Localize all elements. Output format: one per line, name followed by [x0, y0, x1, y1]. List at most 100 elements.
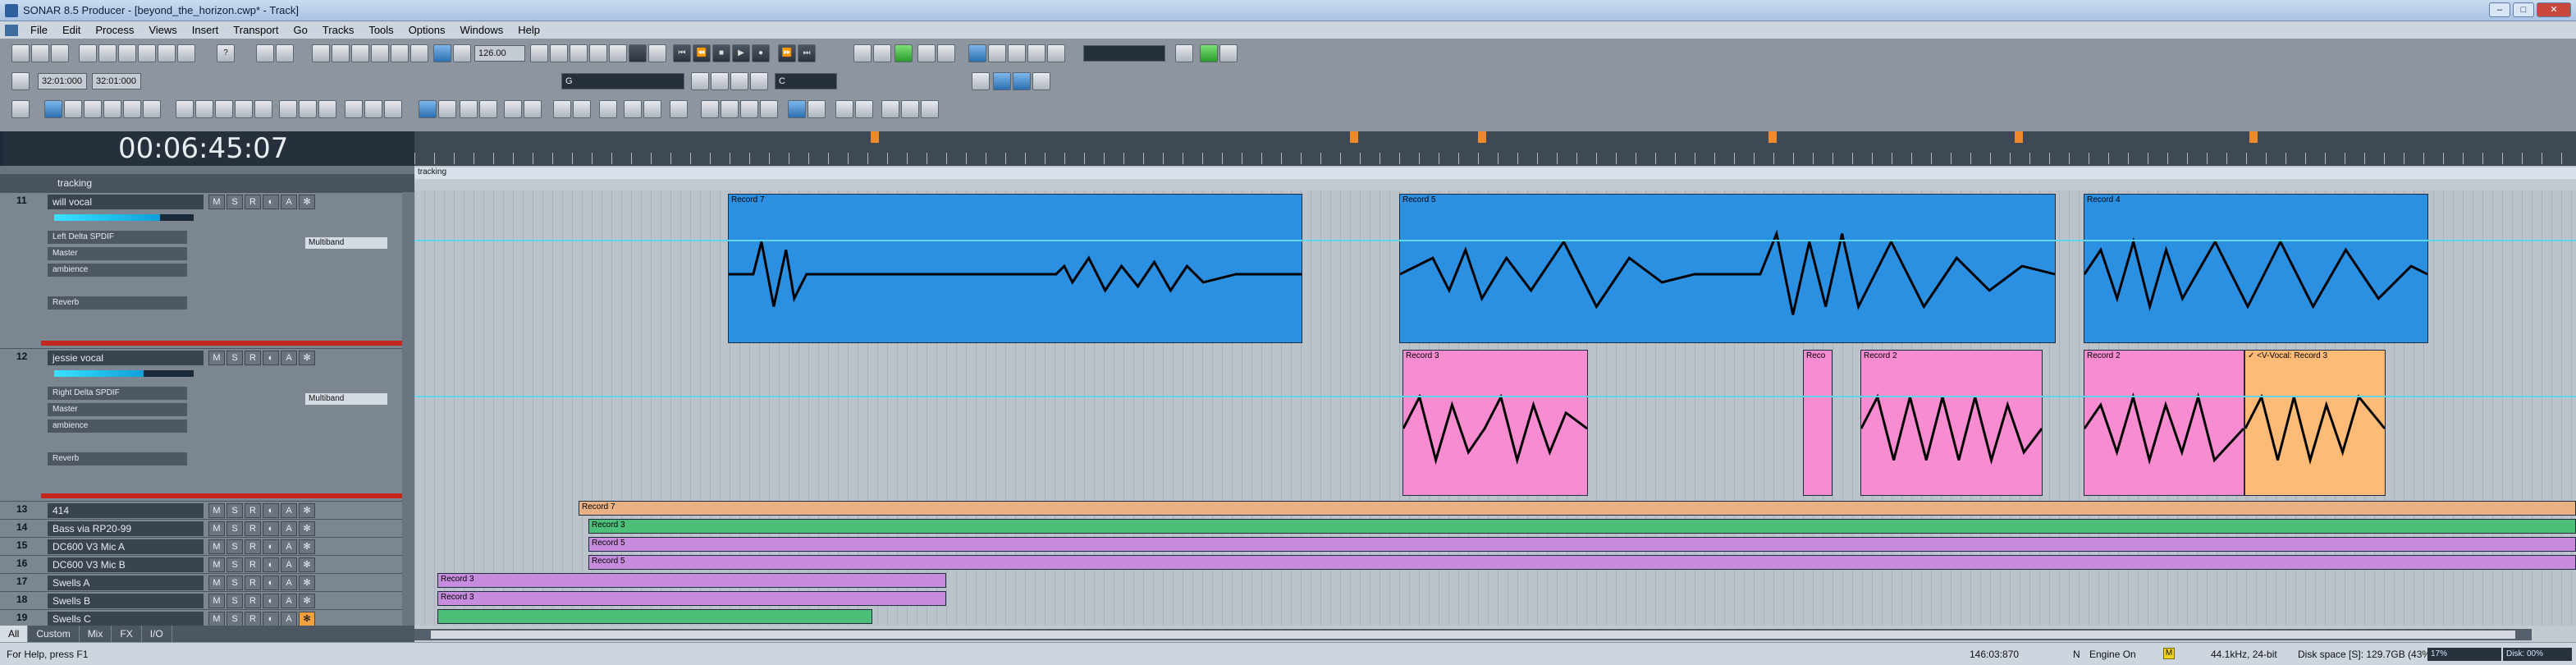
automation-tool-icon[interactable] [176, 100, 194, 118]
bounce-icon[interactable] [921, 100, 939, 118]
track-17[interactable]: 17 Swells A M S R ◐ A ✻ [0, 573, 402, 591]
transpose-icon[interactable] [730, 72, 748, 90]
marker-add-icon[interactable] [988, 44, 1006, 62]
horizontal-scrollbar[interactable] [414, 629, 2532, 640]
output-select[interactable]: Master [48, 247, 187, 260]
audio-clip[interactable]: Record 5 [588, 555, 2576, 570]
menu-go[interactable]: Go [286, 24, 314, 36]
punch-out-icon[interactable] [937, 44, 955, 62]
fx-button[interactable]: ✻ [299, 539, 315, 554]
track-14[interactable]: 14 Bass via RP20-99 M S R ◐ A ✻ [0, 519, 402, 537]
solo-button[interactable]: S [226, 557, 243, 572]
audio-clip[interactable]: Record 4 [2084, 194, 2428, 343]
automation-read-button[interactable]: A [281, 594, 297, 608]
tab-mix[interactable]: Mix [80, 626, 112, 642]
solo-button[interactable]: S [226, 576, 243, 590]
track-19[interactable]: 19 Swells C M S R ◐ A ✻ [0, 609, 402, 626]
punch-icon[interactable] [648, 44, 666, 62]
solo-button[interactable]: S [226, 539, 243, 554]
paste-icon[interactable] [118, 44, 136, 62]
loop-set-icon[interactable] [873, 44, 891, 62]
automation-read-button[interactable]: A [281, 557, 297, 572]
fit-tracks-icon[interactable] [553, 100, 571, 118]
punch-in-icon[interactable] [917, 44, 936, 62]
track-name[interactable]: Swells C [48, 612, 204, 626]
mute-button[interactable]: M [208, 195, 225, 209]
show-groove-icon[interactable] [808, 100, 826, 118]
output-select[interactable]: Master [48, 403, 187, 416]
automation-read-button[interactable]: A [281, 539, 297, 554]
track-13[interactable]: 13 414 M S R ◐ A ✻ [0, 501, 402, 519]
fade-tool-icon[interactable] [195, 100, 213, 118]
audio-clip[interactable]: Record 3 [1402, 350, 1588, 496]
audio-clip[interactable]: Record 7 [728, 194, 1302, 343]
show-clips-icon[interactable] [643, 100, 661, 118]
menu-tracks[interactable]: Tracks [315, 24, 362, 36]
track-15[interactable]: 15 DC600 V3 Mic A M S R ◐ A ✻ [0, 537, 402, 555]
fx-button[interactable]: ✻ [299, 503, 315, 518]
snap-offset-icon[interactable] [345, 100, 363, 118]
menu-help[interactable]: Help [510, 24, 547, 36]
loop-icon[interactable] [853, 44, 872, 62]
video-icon[interactable] [410, 44, 428, 62]
solo-button[interactable]: S [226, 612, 243, 626]
mute-tool-icon[interactable] [254, 100, 272, 118]
tempo-field[interactable]: 126.00 [474, 45, 525, 62]
tempo-map-icon[interactable] [589, 44, 607, 62]
record-options-icon[interactable] [629, 44, 647, 62]
track-folder-icon[interactable] [299, 100, 317, 118]
fx-button[interactable]: ✻ [299, 594, 315, 608]
mute-button[interactable]: M [208, 576, 225, 590]
fx-button[interactable]: ✻ [299, 557, 315, 572]
toolbar-options-icon[interactable] [11, 100, 30, 118]
open-icon[interactable] [31, 44, 49, 62]
input-echo-button[interactable]: ◐ [263, 521, 279, 536]
marker-flag[interactable] [871, 131, 879, 143]
show-buses-icon[interactable] [855, 100, 873, 118]
record-arm-button[interactable]: R [245, 612, 261, 626]
fit-project-icon[interactable] [573, 100, 591, 118]
menu-tools[interactable]: Tools [361, 24, 400, 36]
document-icon[interactable] [5, 24, 18, 36]
lane-track-17[interactable]: Record 3 [414, 571, 2576, 589]
track-name[interactable]: DC600 V3 Mic B [48, 557, 204, 572]
track-view-icon[interactable] [256, 44, 274, 62]
lane-track-16[interactable]: Record 5 [414, 553, 2576, 571]
input-echo-button[interactable]: ◐ [263, 612, 279, 626]
scrollbar-thumb[interactable] [431, 631, 2515, 639]
fx-insert[interactable]: Multiband [305, 393, 387, 405]
lane-track-12[interactable]: Record 3 Reco Record 2 Record 2 ✓ <V-Voc… [414, 346, 2576, 499]
tempo-view-icon[interactable] [609, 44, 627, 62]
marker-prev-icon[interactable] [1008, 44, 1026, 62]
menu-options[interactable]: Options [401, 24, 453, 36]
metronome-icon[interactable] [433, 44, 451, 62]
fx-button[interactable]: ✻ [299, 576, 315, 590]
menu-windows[interactable]: Windows [453, 24, 511, 36]
comp-tool-icon[interactable] [279, 100, 297, 118]
send-reverb[interactable]: Reverb [48, 452, 187, 466]
automation-read-button[interactable]: A [281, 503, 297, 518]
show-markers-icon[interactable] [740, 100, 758, 118]
track-18[interactable]: 18 Swells B M S R ◐ A ✻ [0, 591, 402, 609]
lock-icon[interactable] [384, 100, 402, 118]
input-echo-button[interactable]: ◐ [263, 557, 279, 572]
menu-transport[interactable]: Transport [226, 24, 286, 36]
record-arm-button[interactable]: R [245, 351, 261, 365]
slip-tool-icon[interactable] [215, 100, 233, 118]
tempo-insert-icon[interactable] [570, 44, 588, 62]
select-tool-icon[interactable] [64, 100, 82, 118]
chord-mode-icon[interactable] [711, 72, 729, 90]
markers-icon[interactable] [968, 44, 986, 62]
auto-scroll-icon[interactable] [364, 100, 382, 118]
new-icon[interactable] [11, 44, 30, 62]
lane-track-14[interactable]: Record 3 [414, 517, 2576, 535]
grid-icon[interactable] [419, 100, 437, 118]
send-reverb[interactable]: Reverb [48, 296, 187, 310]
go-to-end-icon[interactable]: ⏭ [798, 44, 816, 62]
show-automation-icon[interactable] [721, 100, 739, 118]
cut-icon[interactable] [79, 44, 97, 62]
snap-module-icon[interactable] [1013, 72, 1031, 90]
lane-track-18[interactable]: Record 3 [414, 589, 2576, 608]
scrub-tool-icon[interactable] [143, 100, 161, 118]
key-select[interactable]: G [561, 73, 684, 89]
